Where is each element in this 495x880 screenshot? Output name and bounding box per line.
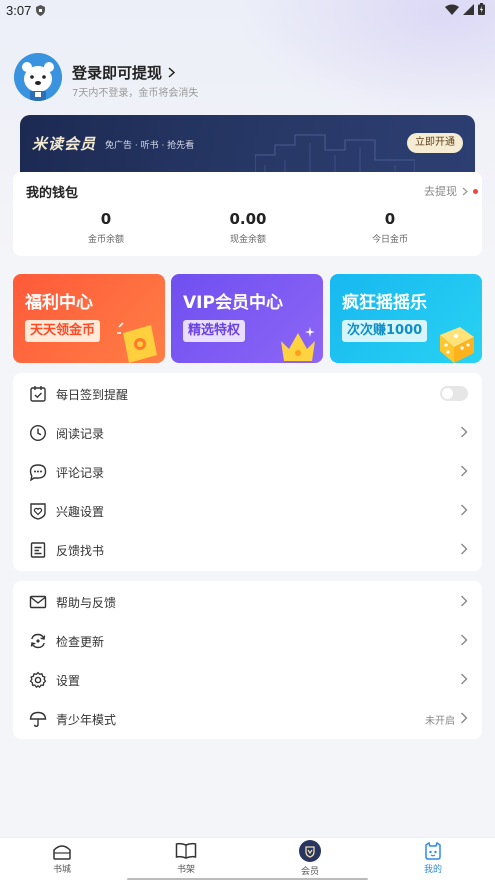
list-item-label: 青少年模式 [56,713,117,727]
wifi-icon [445,4,459,15]
chevron-right-icon [461,426,468,438]
vip-banner[interactable]: 米读会员 免广告 · 听书 · 抢先看 立即开通 [20,115,475,177]
chevron-right-icon [461,595,468,607]
mail-icon [29,595,47,609]
nav-label: 书架 [176,865,195,875]
login-title[interactable]: 登录即可提现 [72,62,176,83]
login-title-text: 登录即可提现 [72,64,163,82]
refresh-icon [30,633,46,649]
card-tag: 天天领金币 [25,320,101,342]
nav-tab-bookshelf[interactable]: 书架 [156,842,216,875]
chat-bubble-icon [29,464,47,481]
bear-avatar-icon [14,53,62,101]
list-item-label: 反馈找书 [56,544,105,558]
shield-icon [36,5,45,16]
vip-description: 免广告 · 听书 · 抢先看 [105,141,195,151]
wallet-stat-value: 0.00 [229,210,267,228]
list-item-interest-settings[interactable]: 兴趣设置 [13,491,482,530]
wallet-stat-coins[interactable]: 0 金币余额 [46,210,166,245]
clock-icon [29,424,47,442]
city-skyline-decoration [255,134,415,177]
wallet-stat-label: 今日金币 [371,235,408,245]
vip-icon [299,840,321,862]
withdraw-link[interactable]: 去提现 [424,183,478,199]
nav-tab-bookstore[interactable]: 书城 [32,842,92,875]
list-item-reading-history[interactable]: 阅读记录 [13,413,482,452]
vip-name: 米读会员 [32,135,97,153]
bottom-navigation: 书城 书架 会员 我的 [0,837,495,880]
calendar-check-icon [30,386,46,402]
dice-icon [440,327,474,363]
settings-list-secondary: 帮助与反馈 检查更新 设置 青少年模式 未开启 [13,581,482,739]
teen-mode-status: 未开启 [425,716,455,727]
profile-icon [425,842,441,860]
list-item-label: 兴趣设置 [56,505,105,519]
settings-list-primary: 每日签到提醒 阅读记录 评论记录 兴趣设置 反馈找书 [13,373,482,571]
vip-center-card[interactable]: VIP会员中心 精选特权 [171,274,323,363]
bookshelf-icon [175,842,197,859]
list-item-sign-in-reminder[interactable]: 每日签到提醒 [13,374,482,413]
card-title: VIP会员中心 [183,293,283,313]
heart-shield-icon [30,503,46,520]
wallet-stat-today[interactable]: 0 今日金币 [330,210,450,245]
list-item-feedback-find-book[interactable]: 反馈找书 [13,530,482,569]
list-item-label: 设置 [56,674,81,688]
list-item-help-feedback[interactable]: 帮助与反馈 [13,582,482,621]
card-title: 疯狂摇摇乐 [342,293,427,313]
bookstore-icon [53,845,71,860]
chevron-right-icon [461,504,468,516]
wallet-stat-label: 现金余额 [229,235,266,245]
chevron-right-icon [461,634,468,646]
sign-in-reminder-toggle[interactable] [440,386,468,401]
list-item-settings[interactable]: 设置 [13,660,482,699]
nav-label: 会员 [300,867,319,877]
vip-open-button[interactable]: 立即开通 [407,133,463,153]
gear-icon [29,671,47,688]
umbrella-icon [29,711,47,728]
chevron-right-icon [168,67,176,78]
list-item-label: 阅读记录 [56,427,105,441]
wallet-title: 我的钱包 [26,186,79,201]
chevron-right-icon [462,187,468,195]
card-title: 福利中心 [25,293,93,313]
profile-header[interactable]: 登录即可提现 7天内不登录，金币将会消失 [14,53,474,103]
list-item-check-update[interactable]: 检查更新 [13,621,482,660]
list-item-label: 每日签到提醒 [56,388,129,402]
crown-icon [281,327,315,361]
nav-tab-mine[interactable]: 我的 [403,842,463,875]
shake-game-card[interactable]: 疯狂摇摇乐 次次赚1000 [330,274,482,363]
card-tag: 次次赚1000 [342,320,428,342]
chevron-right-icon [461,673,468,685]
wallet-stat-cash[interactable]: 0.00 现金余额 [188,210,308,245]
chevron-right-icon [461,543,468,555]
welfare-center-card[interactable]: 福利中心 天天领金币 [13,274,165,363]
chevron-right-icon [461,712,468,724]
wallet-stat-value: 0 [384,210,396,228]
list-item-comment-history[interactable]: 评论记录 [13,452,482,491]
nav-label: 我的 [423,865,442,875]
notification-dot [473,188,478,194]
red-envelope-icon [117,322,157,363]
login-subtitle: 7天内不登录，金币将会消失 [72,88,199,99]
list-item-teen-mode[interactable]: 青少年模式 未开启 [13,699,482,738]
withdraw-label: 去提现 [424,185,457,198]
status-bar: 3:07 [0,0,495,22]
avatar[interactable] [14,53,62,101]
wallet-stat-value: 0 [100,210,112,228]
signal-icon [463,3,474,15]
battery-icon [478,3,485,15]
wallet-card: 我的钱包 去提现 0 金币余额 0.00 现金余额 0 今日金币 [13,172,482,256]
status-time: 3:07 [6,3,32,18]
document-icon [30,542,46,558]
chevron-right-icon [461,465,468,477]
wallet-stat-label: 金币余额 [87,235,124,245]
nav-tab-vip[interactable]: 会员 [280,840,340,877]
card-tag: 精选特权 [183,320,246,342]
toggle-knob [442,388,453,399]
list-item-label: 检查更新 [56,635,105,649]
nav-label: 书城 [52,865,71,875]
list-item-label: 帮助与反馈 [56,596,117,610]
list-item-label: 评论记录 [56,466,105,480]
